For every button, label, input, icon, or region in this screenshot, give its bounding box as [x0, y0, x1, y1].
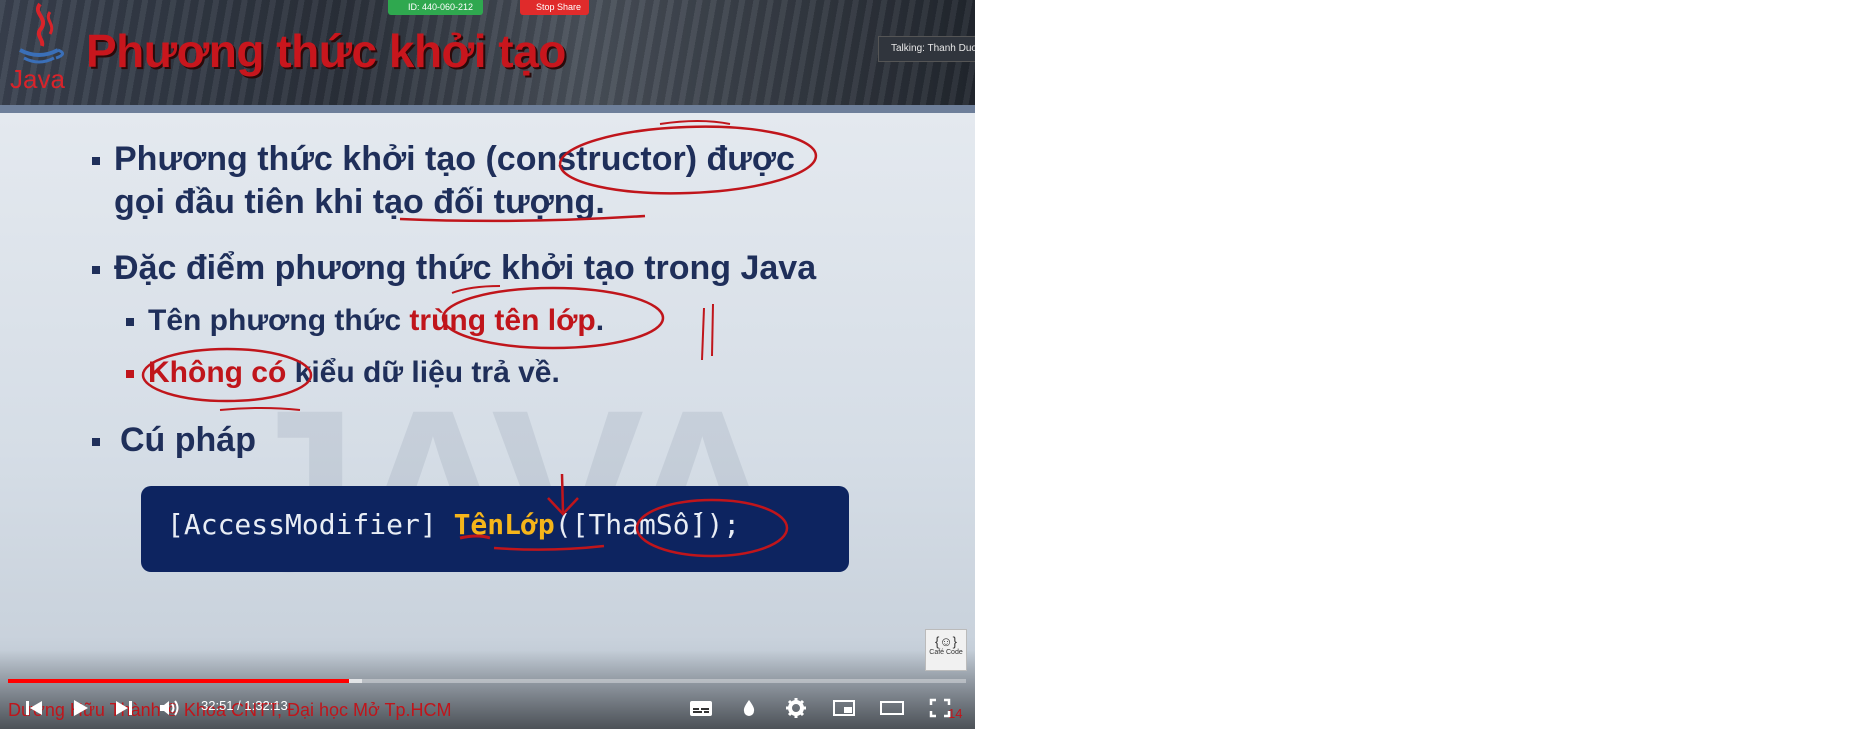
- previous-button[interactable]: [16, 694, 52, 722]
- bullet-text: kiểu dữ liệu trả về.: [286, 356, 560, 389]
- bullet-characteristics: Đặc điểm phương thức khởi tạo trong Java: [92, 249, 816, 288]
- ambient-icon: [743, 700, 755, 716]
- time-display: 32:51 / 1:32:13: [201, 698, 288, 713]
- theater-icon: [880, 701, 904, 715]
- next-icon: [116, 701, 132, 715]
- code-class-name: TênLớp: [453, 508, 555, 541]
- code-params: ([ThamSố]);: [554, 508, 741, 541]
- slide-title: Phương thức khởi tạo: [86, 25, 566, 77]
- settings-button[interactable]: [778, 694, 814, 722]
- miniplayer-button[interactable]: [826, 694, 862, 722]
- highlight-text: trùng tên lớp: [409, 304, 596, 337]
- play-icon: [74, 700, 88, 716]
- sub-bullet-no-return: Không có kiểu dữ liệu trả về.: [126, 356, 560, 390]
- bullet-text: .: [595, 304, 605, 337]
- ambient-mode-button[interactable]: [731, 694, 767, 722]
- slide-body: JAVA Phương thức khởi tạo (constructor) …: [0, 113, 975, 729]
- play-button[interactable]: [62, 694, 98, 722]
- header-divider: [0, 105, 975, 113]
- bullet-marker: [92, 438, 100, 447]
- bullet-marker: [92, 157, 100, 166]
- sub-bullet-same-name: Tên phương thức trùng tên lớp.: [126, 304, 604, 338]
- talking-indicator: Talking: Thanh Duong: [878, 36, 975, 62]
- code-syntax-box: [AccessModifier] TênLớp([ThamSố]);: [141, 486, 849, 572]
- cafe-code-glyph: {☺}: [935, 634, 957, 649]
- java-logo-text: Java: [10, 64, 65, 94]
- subtitles-button[interactable]: [683, 694, 719, 722]
- bullet-constructor-line1: Phương thức khởi tạo (constructor) được: [92, 140, 795, 179]
- fullscreen-icon: [929, 698, 951, 718]
- mute-button[interactable]: [152, 694, 188, 722]
- code-line: [AccessModifier] TênLớp([ThamSố]);: [167, 508, 740, 541]
- volume-icon: [160, 700, 179, 716]
- bullet-text: Đặc điểm phương thức khởi tạo trong Java: [114, 249, 817, 287]
- bullet-text: Tên phương thức: [148, 304, 410, 337]
- video-player[interactable]: Java Phương thức khởi tạo ID: 440-060-21…: [0, 0, 975, 729]
- subtitles-icon: [690, 701, 712, 716]
- next-button[interactable]: [106, 694, 142, 722]
- bullet-text: Phương thức khởi tạo (constructor) được: [114, 140, 795, 178]
- stop-share-button[interactable]: Stop Share: [520, 0, 590, 15]
- bullet-marker: [92, 266, 100, 275]
- progress-bar[interactable]: [8, 679, 966, 683]
- fullscreen-button[interactable]: [922, 694, 958, 722]
- miniplayer-icon: [833, 700, 855, 716]
- bullet-syntax: Cú pháp: [92, 421, 256, 460]
- theater-mode-button[interactable]: [874, 694, 910, 722]
- code-access-modifier: [AccessModifier]: [167, 508, 454, 541]
- bullet-marker: [126, 318, 134, 327]
- bullet-constructor-line2: gọi đầu tiên khi tạo đối tượng.: [114, 183, 605, 221]
- cafe-code-name: Café Code: [929, 649, 963, 656]
- settings-icon: [786, 698, 806, 718]
- progress-played: [8, 679, 350, 683]
- previous-icon: [26, 701, 42, 715]
- bullet-marker: [126, 370, 134, 379]
- highlight-text: Không có: [148, 356, 287, 389]
- bullet-text: Cú pháp: [120, 421, 256, 459]
- cafe-code-logo: {☺} Café Code: [925, 629, 967, 671]
- meeting-id-badge[interactable]: ID: 440-060-212: [388, 0, 484, 15]
